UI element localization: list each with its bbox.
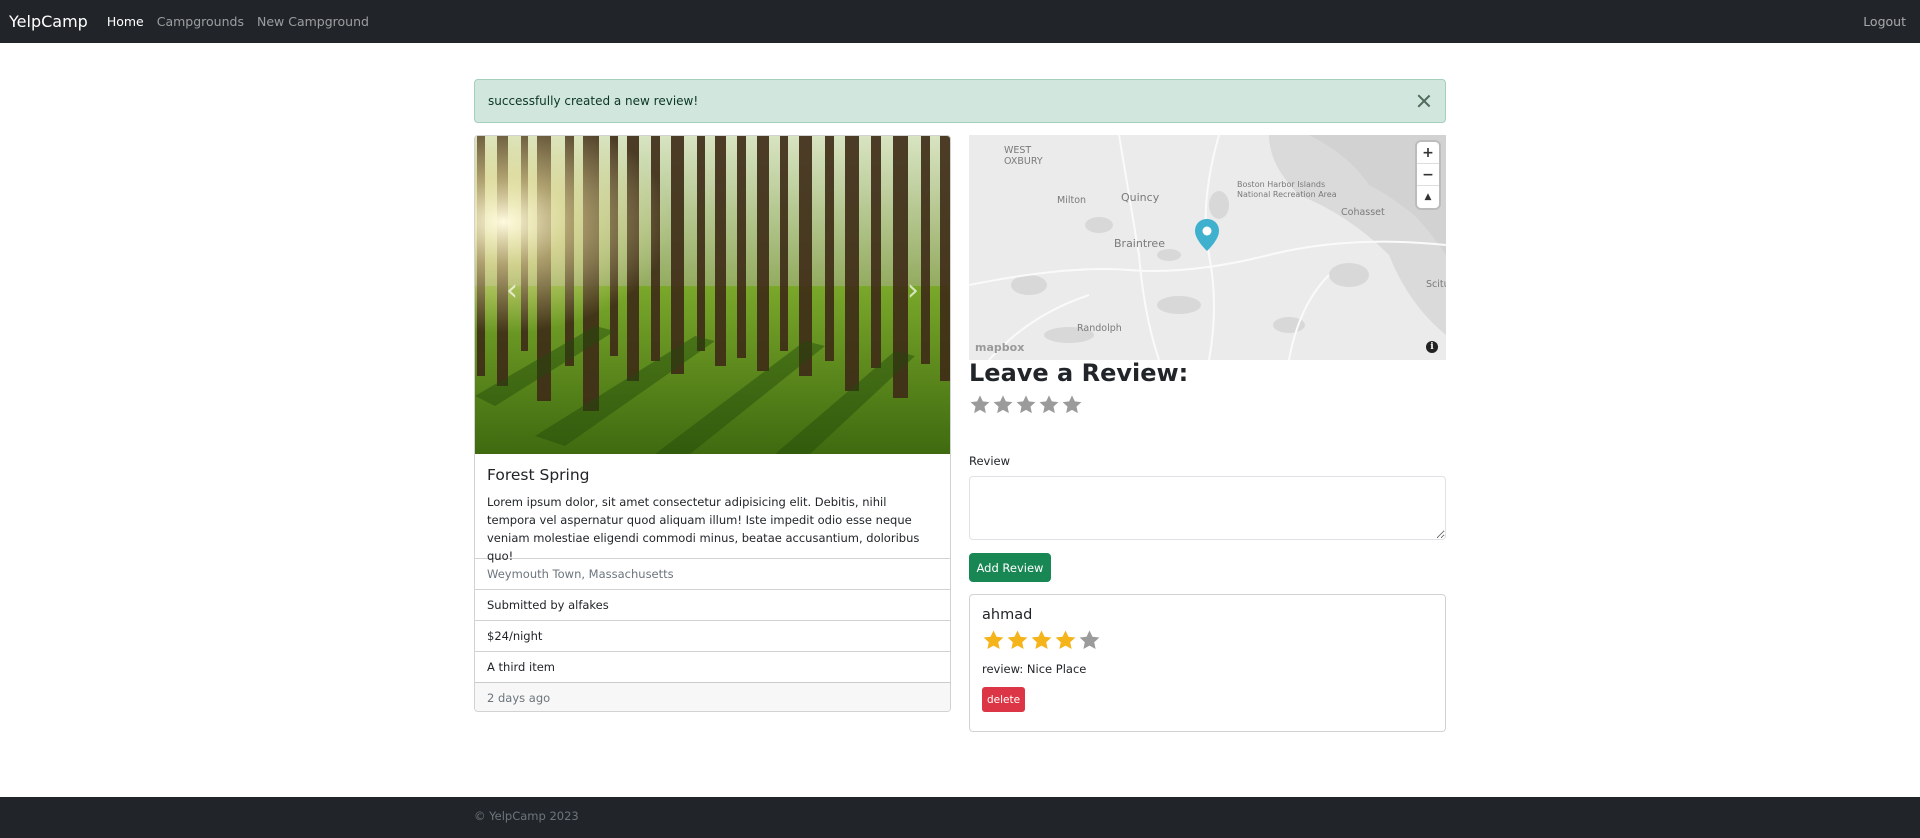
- campground-author: Submitted by alfakes: [475, 589, 950, 620]
- card-body: Forest Spring Lorem ipsum dolor, sit ame…: [475, 454, 950, 563]
- compass-button[interactable]: ▲: [1417, 186, 1439, 208]
- campground-price: $24/night: [475, 620, 950, 651]
- chevron-right-icon[interactable]: ›: [898, 276, 928, 306]
- map-controls: + − ▲: [1417, 142, 1439, 208]
- star-icon[interactable]: [1038, 394, 1060, 416]
- map-label-randolph: Randolph: [1077, 323, 1122, 334]
- nav-link-new-campground[interactable]: New Campground: [257, 14, 369, 29]
- logout-link[interactable]: Logout: [1863, 14, 1906, 29]
- chevron-left-icon[interactable]: ‹: [497, 276, 527, 306]
- close-icon[interactable]: [1416, 93, 1432, 109]
- mapbox-logo[interactable]: mapbox: [975, 341, 1024, 354]
- map-label-roxbury: OXBURY: [1004, 156, 1043, 167]
- map-label-harbor-islands: Boston Harbor Islands: [1237, 180, 1326, 189]
- review-label: Review: [969, 454, 1011, 468]
- navbar: YelpCamp Home Campgrounds New Campground…: [0, 0, 1920, 43]
- star-icon: [1007, 630, 1028, 650]
- map-label-milton: Milton: [1057, 195, 1087, 206]
- campground-card: ‹ › Forest Spring Lorem ipsum dolor, sit…: [474, 135, 951, 712]
- footer-copyright: © YelpCamp 2023: [474, 809, 579, 823]
- review-author: ahmad: [982, 607, 1033, 623]
- footer: © YelpCamp 2023: [0, 797, 1920, 838]
- review-textarea[interactable]: [969, 476, 1446, 540]
- rating-input[interactable]: [969, 394, 1083, 416]
- map-label-west: WEST: [1004, 145, 1032, 156]
- add-review-button[interactable]: Add Review: [969, 553, 1051, 582]
- forest-image: [475, 136, 950, 454]
- star-icon[interactable]: [992, 394, 1014, 416]
- map-pin-icon[interactable]: [1195, 219, 1219, 251]
- map-label-quincy: Quincy: [1121, 191, 1160, 204]
- review-rating: [982, 629, 1433, 652]
- success-alert: successfully created a new review!: [474, 79, 1446, 123]
- zoom-in-button[interactable]: +: [1417, 142, 1439, 164]
- map-label-braintree: Braintree: [1114, 237, 1165, 250]
- zoom-out-button[interactable]: −: [1417, 164, 1439, 186]
- image-carousel: ‹ ›: [475, 136, 950, 454]
- star-icon[interactable]: [1061, 394, 1083, 416]
- nav-link-campgrounds[interactable]: Campgrounds: [157, 14, 244, 29]
- star-icon: [983, 630, 1004, 650]
- review-heading: Leave a Review:: [969, 359, 1189, 387]
- nav-link-home[interactable]: Home: [107, 14, 144, 29]
- delete-review-button[interactable]: delete: [982, 687, 1025, 712]
- brand-link[interactable]: YelpCamp: [9, 12, 88, 31]
- star-icon: [1079, 630, 1100, 650]
- review-card: ahmad review: Nice Place delete: [969, 594, 1446, 732]
- alert-message: successfully created a new review!: [488, 94, 699, 108]
- review-text: review: Nice Place: [982, 662, 1087, 676]
- campground-description: Lorem ipsum dolor, sit amet consectetur …: [487, 495, 920, 563]
- map-label-cohasset: Cohasset: [1341, 207, 1385, 218]
- info-icon[interactable]: i: [1426, 341, 1438, 353]
- star-icon[interactable]: [1015, 394, 1037, 416]
- star-icon: [1055, 630, 1076, 650]
- campground-posted: 2 days ago: [475, 682, 950, 711]
- map-label-recreation-area: National Recreation Area: [1237, 190, 1337, 199]
- star-icon[interactable]: [969, 394, 991, 416]
- star-icon: [1031, 630, 1052, 650]
- campground-location: Weymouth Town, Massachusetts: [475, 558, 950, 589]
- campground-map[interactable]: WEST OXBURY Milton Quincy Braintree Rand…: [969, 135, 1446, 360]
- map-label-scituate: Scitu: [1426, 279, 1446, 290]
- campground-third-item: A third item: [475, 651, 950, 682]
- campground-title: Forest Spring: [487, 466, 590, 484]
